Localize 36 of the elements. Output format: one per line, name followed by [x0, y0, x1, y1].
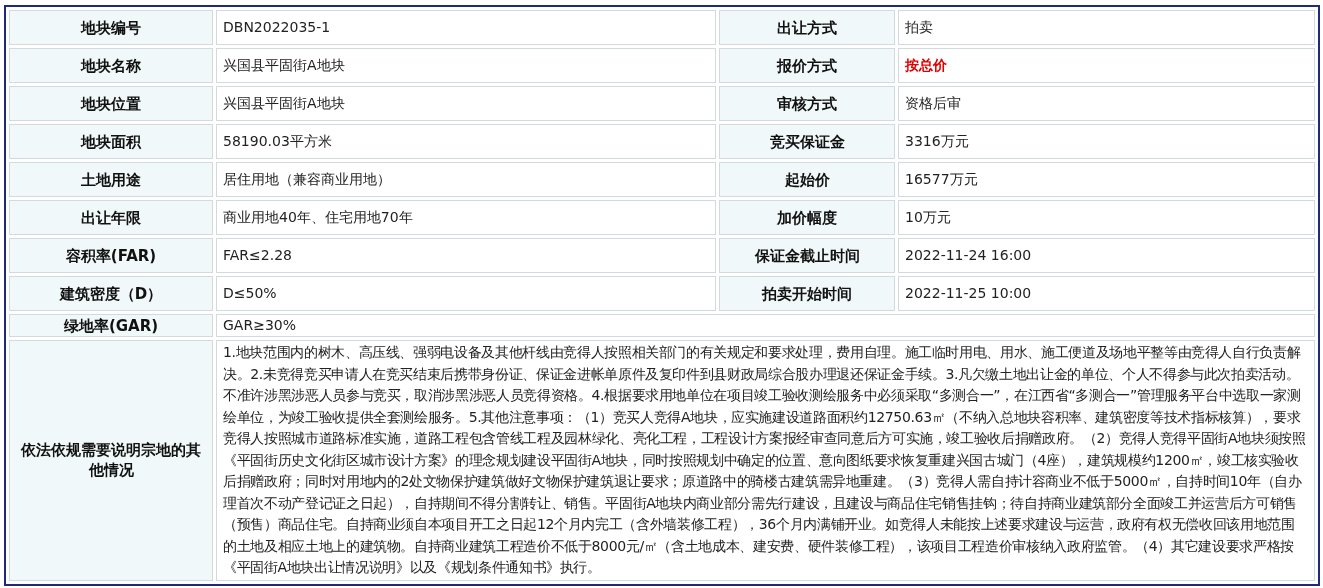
field-label: 地块面积: [9, 124, 213, 159]
field-value: 兴国县平固街A地块: [216, 86, 716, 121]
field-label: 地块编号: [9, 10, 213, 45]
field-value: GAR≥30%: [216, 314, 1315, 337]
field-value: 3316万元: [898, 124, 1315, 159]
field-label: 拍卖开始时间: [719, 276, 895, 311]
field-value: 2022-11-25 10:00: [898, 276, 1315, 311]
field-label: 地块名称: [9, 48, 213, 83]
field-label: 出让方式: [719, 10, 895, 45]
field-label: 绿地率(GAR): [9, 314, 213, 337]
field-label: 竞买保证金: [719, 124, 895, 159]
field-value: 资格后审: [898, 86, 1315, 121]
field-value: 拍卖: [898, 10, 1315, 45]
field-label: 保证金截止时间: [719, 238, 895, 273]
field-value: D≤50%: [216, 276, 716, 311]
field-value: 商业用地40年、住宅用地70年: [216, 200, 716, 235]
field-label: 审核方式: [719, 86, 895, 121]
field-value: 2022-11-24 16:00: [898, 238, 1315, 273]
field-label: 报价方式: [719, 48, 895, 83]
field-value: 居住用地（兼容商业用地）: [216, 162, 716, 197]
field-value: 58190.03平方米: [216, 124, 716, 159]
field-value: 兴国县平固街A地块: [216, 48, 716, 83]
field-label: 地块位置: [9, 86, 213, 121]
field-label: 出让年限: [9, 200, 213, 235]
field-label: 土地用途: [9, 162, 213, 197]
field-value: FAR≤2.28: [216, 238, 716, 273]
field-label: 容积率(FAR): [9, 238, 213, 273]
field-value: DBN2022035-1: [216, 10, 716, 45]
field-value: 16577万元: [898, 162, 1315, 197]
field-value: 按总价: [898, 48, 1315, 83]
field-value: 10万元: [898, 200, 1315, 235]
field-label: 建筑密度（D）: [9, 276, 213, 311]
field-label: 依法依规需要说明宗地的其他情况: [9, 340, 213, 581]
field-label: 起始价: [719, 162, 895, 197]
field-label: 加价幅度: [719, 200, 895, 235]
description-text: 1.地块范围内的树木、高压线、强弱电设备及其他杆线由竞得人按照相关部门的有关规定和要求处理，费用自理。施工临时用电、用水、施工便道及场地平整等由竞得人自行负责解决。2.未竞得竞买申请人在竞买结束后携带身份证、保证金进帐单原件及复印件到县财政局综合股办理退还保证金手续。3.凡欠缴土地出让金的单位、个人不得参与此次拍卖活动。不准许涉黑涉恶人员参与竞买，取消涉黑涉恶人员竞得资格。4.根据要求用地单位在项目竣工验收测绘服务中必须采取“多测合一”，在江西省“多测合一”管理服务平台中选取一家测绘单位，为竣工验收提供全套测绘服务。5.其他注意事项：（1）竞买人竞得A地块，应实施建设道路面积约12750.63㎡（不纳入总地块容积率、建筑密度等技术指标核算），要求竞得人按照城市道路标准实施，道路工程包含管线工程及园林绿化、亮化工程，工程设计方案报经审查同意后方可实施，竣工验收后捐赠政府。（2）竞得人竞得平固街A地块须按照《平固街历史文化街区城市设计方案》的理念规划建设平固街A地块，同时按照规划中确定的位置、意向图纸要求恢复重建兴国古城门（4座），建筑规模约1200㎡，竣工核实验收后捐赠政府；同时对用地内的2处文物保护建筑做好文物保护建筑退让要求；原道路中的骑楼古建筑需异地重建。（3）竞得人需自持计容商业不低于5000㎡，自持时间10年（自办理首次不动产登记证之日起），自持期间不得分割转让、销售。平固街A地块内商业部分需先行建设，且建设与商品住宅销售挂钩；待自持商业建筑部分全面竣工并运营后方可销售（预售）商品住宅。自持商业须自本项目开工之日起12个月内完工（含外墙装修工程），36个月内满铺开业。如竞得人未能按上述要求建设与运营，政府有权无偿收回该用地范围的土地及相应土地上的建筑物。自持商业建筑工程造价不低于8000元/㎡（含土地成本、建安费、硬件装修工程），该项目工程造价审核纳入政府监管。（4）其它建设要求严格按《平固街A地块出让情况说明》以及《规划条件通知书》执行。: [216, 340, 1315, 581]
